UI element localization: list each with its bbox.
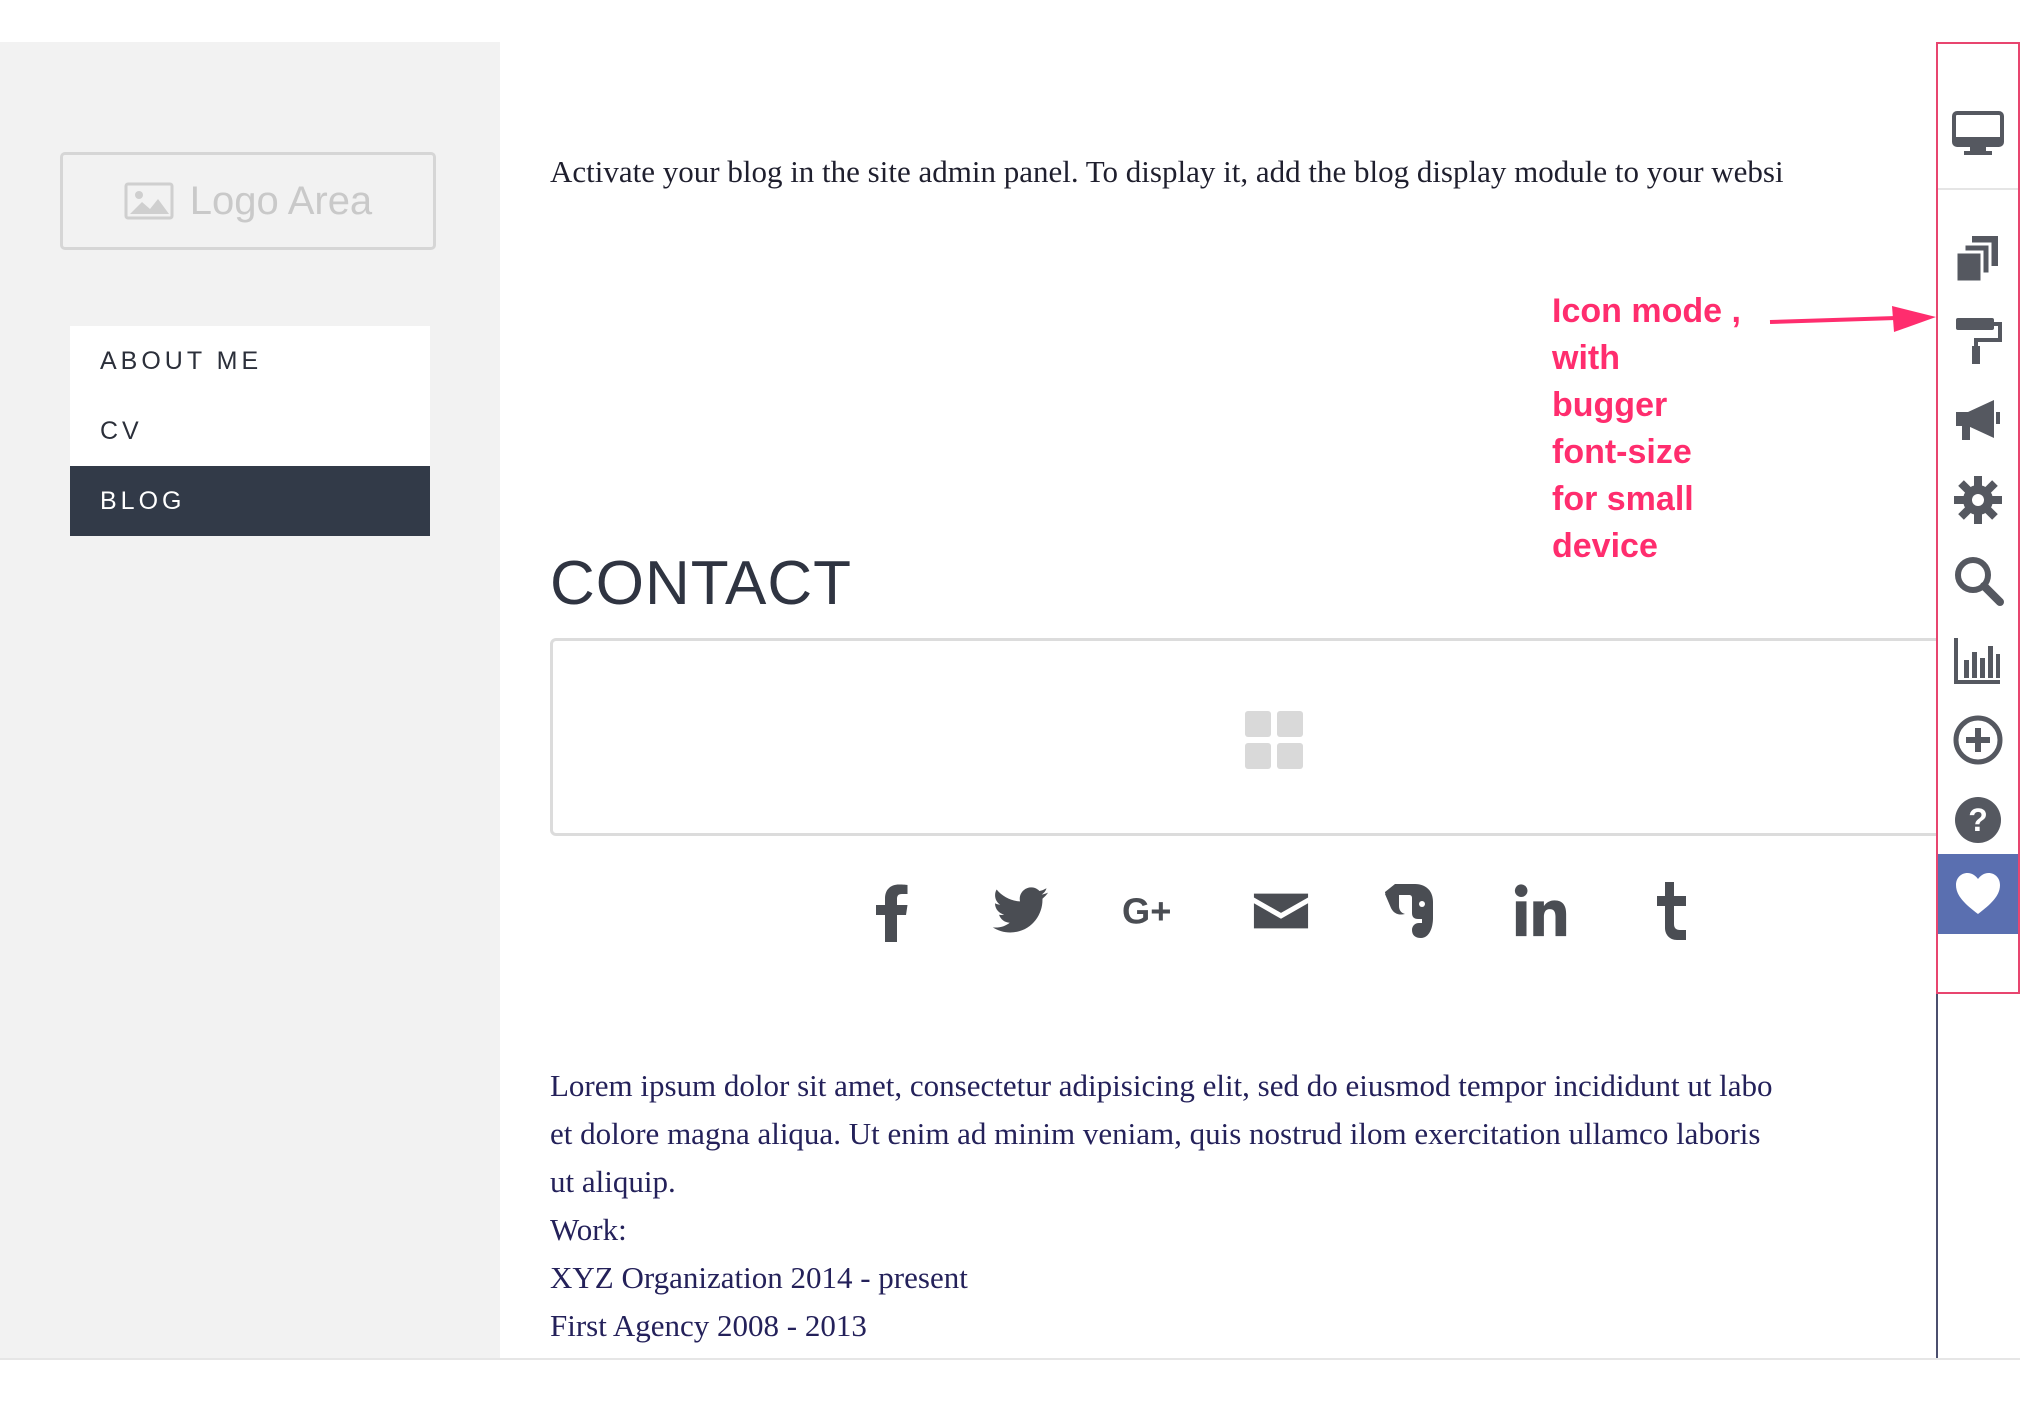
about-text: Lorem ipsum dolor sit amet, consectetur … <box>550 1062 1773 1350</box>
annotation-note: Icon mode , with bugger font-size for sm… <box>1552 288 1782 570</box>
plus-circle-icon <box>1953 715 2003 765</box>
paint-roller-icon <box>1956 318 2002 364</box>
main-content: Activate your blog in the site admin pan… <box>550 42 1936 1358</box>
contact-heading: CONTACT <box>550 549 853 618</box>
nav-item-about-me[interactable]: ABOUT ME <box>70 326 430 396</box>
annotation-line: device <box>1552 527 1658 565</box>
logo-label: Logo Area <box>189 178 373 223</box>
search-icon <box>1955 557 2004 606</box>
heart-icon <box>1956 873 2000 914</box>
about-text-line: et dolore magna aliqua. Ut enim ad minim… <box>550 1116 1761 1151</box>
toolbar-edge-line <box>1936 994 1938 1358</box>
annotation-line: with <box>1552 339 1620 377</box>
google-plus-icon[interactable]: G+ <box>1122 878 1180 944</box>
toolbar-favorites-button[interactable] <box>1938 854 2018 934</box>
toolbar-add-button[interactable] <box>1938 700 2018 780</box>
about-text-line: ut aliquip. <box>550 1164 676 1199</box>
about-text-line: XYZ Organization 2014 - present <box>550 1260 968 1295</box>
image-icon <box>124 182 174 220</box>
about-text-line: Lorem ipsum dolor sit amet, consectetur … <box>550 1068 1773 1103</box>
twitter-icon[interactable] <box>992 878 1050 944</box>
nav-item-cv[interactable]: CV <box>70 396 430 466</box>
contact-widget-placeholder[interactable] <box>550 638 1936 836</box>
blog-intro-text: Activate your blog in the site admin pan… <box>550 154 1784 189</box>
help-icon: ? <box>1955 797 2001 843</box>
editor-toolbar: ? <box>1936 42 2020 994</box>
evernote-icon[interactable] <box>1382 878 1440 944</box>
megaphone-icon <box>1956 400 2000 440</box>
email-icon[interactable] <box>1252 878 1310 944</box>
page-bottom-divider <box>0 1358 2020 1360</box>
svg-text:G+: G+ <box>1122 891 1171 932</box>
toolbar-settings-button[interactable] <box>1938 460 2018 540</box>
desktop-icon <box>1952 111 2004 155</box>
widget-grid-icon <box>1245 711 1303 769</box>
toolbar-desktop-button[interactable] <box>1938 78 2018 190</box>
linkedin-icon[interactable] <box>1512 878 1570 944</box>
annotation-line: Icon mode , <box>1552 292 1741 330</box>
svg-text:?: ? <box>1968 802 1988 838</box>
annotation-arrow-icon <box>1769 306 1936 332</box>
sidebar: Logo Area ABOUT ME CV BLOG <box>0 42 500 1358</box>
toolbar-pages-button[interactable] <box>1938 220 2018 300</box>
pages-icon <box>1954 236 1998 284</box>
facebook-icon[interactable] <box>862 878 920 944</box>
annotation-line: bugger <box>1552 386 1668 424</box>
toolbar-marketing-button[interactable] <box>1938 380 2018 460</box>
site-nav: ABOUT ME CV BLOG <box>70 326 430 536</box>
toolbar-design-button[interactable] <box>1938 300 2018 380</box>
toolbar-search-button[interactable] <box>1938 540 2018 620</box>
annotation-line: font-size <box>1552 433 1692 471</box>
toolbar-help-button[interactable]: ? <box>1938 780 2018 860</box>
bar-chart-icon <box>1954 638 2000 684</box>
nav-item-blog[interactable]: BLOG <box>70 466 430 536</box>
annotation-line: for small <box>1552 480 1694 518</box>
logo-area[interactable]: Logo Area <box>60 152 436 250</box>
tumblr-icon[interactable] <box>1642 878 1700 944</box>
about-text-line: First Agency 2008 - 2013 <box>550 1308 867 1343</box>
social-share-bar: G+ <box>862 878 1700 944</box>
gear-icon <box>1954 476 2002 524</box>
toolbar-stats-button[interactable] <box>1938 620 2018 700</box>
about-text-line: Work: <box>550 1212 627 1247</box>
